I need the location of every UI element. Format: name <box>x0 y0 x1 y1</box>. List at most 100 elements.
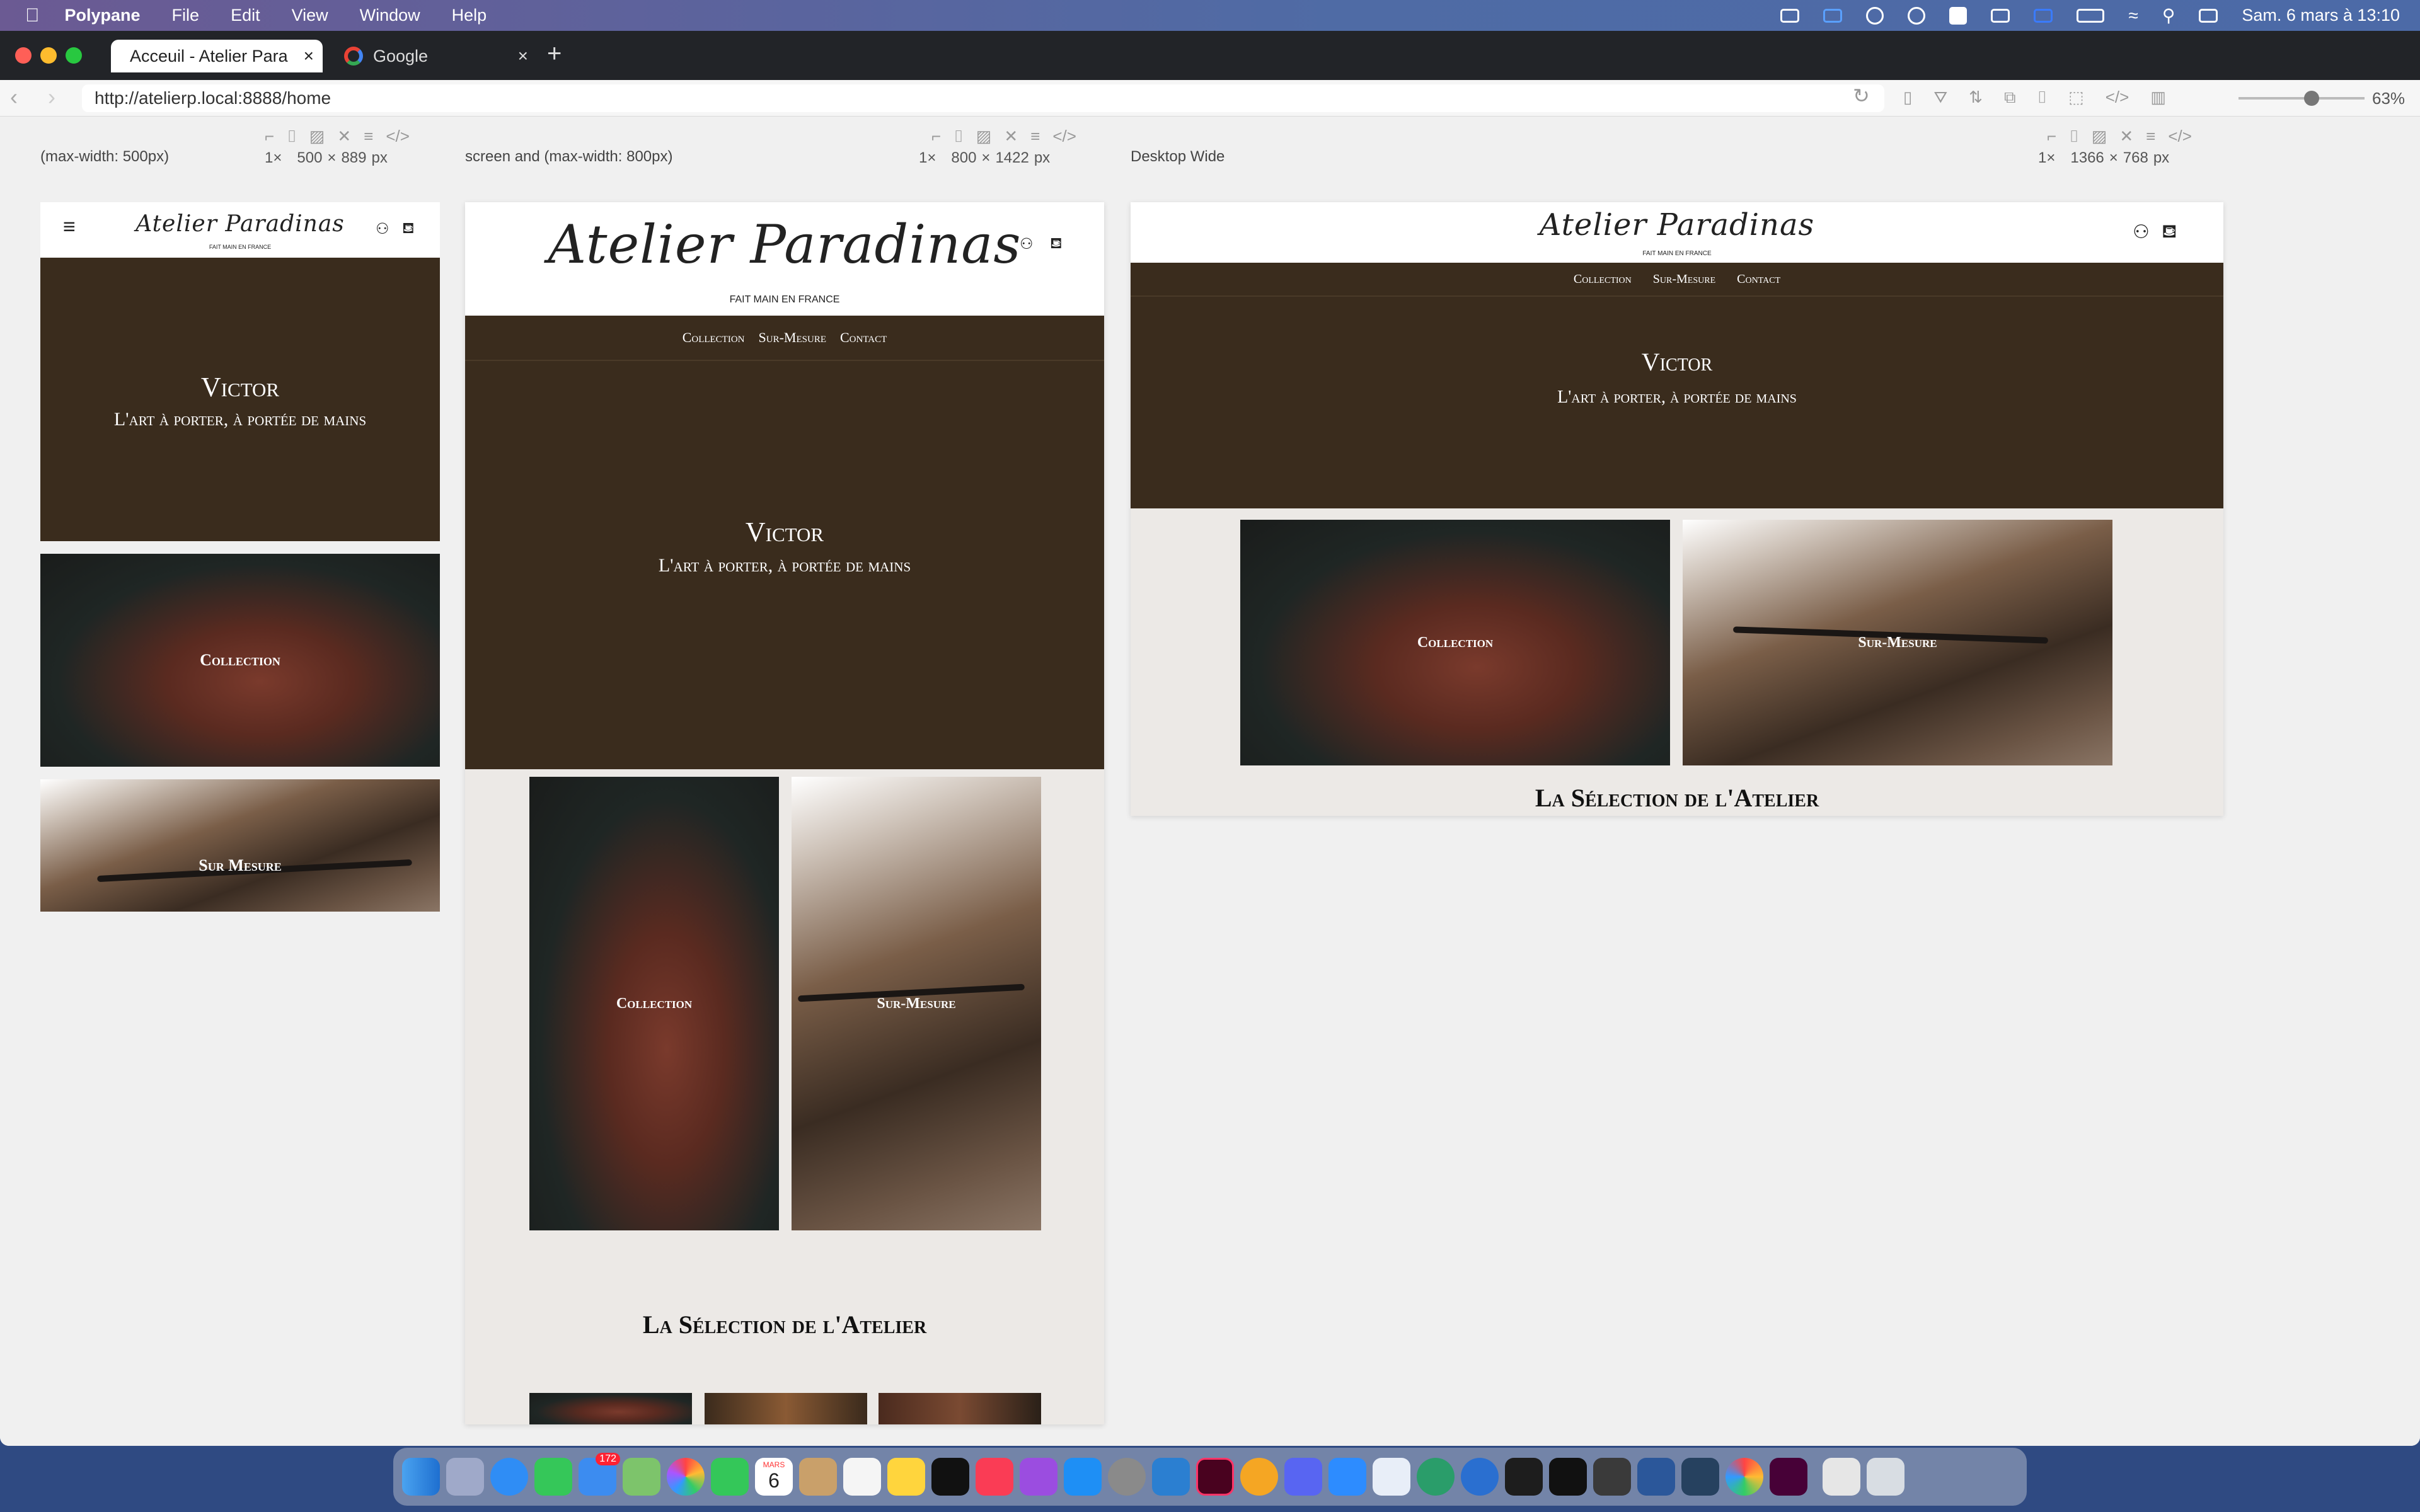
podcasts-icon[interactable] <box>1020 1458 1057 1496</box>
control-center-icon[interactable] <box>2199 8 2218 23</box>
launchpad-icon[interactable] <box>446 1458 484 1496</box>
tools-icon[interactable]: ✕ <box>1004 127 1018 147</box>
terminal-icon[interactable] <box>1505 1458 1543 1496</box>
nav-sur-mesure[interactable]: Sur-Mesure <box>759 329 826 346</box>
windows-icon[interactable] <box>1991 8 2010 23</box>
pane-scale[interactable]: 1× <box>919 149 936 167</box>
url-input[interactable]: http://atelierp.local:8888/home <box>82 84 1884 112</box>
layout-icon[interactable]: ▯ <box>1903 88 1912 108</box>
close-tab-icon[interactable]: × <box>304 46 314 66</box>
collection-tile[interactable]: Collection <box>529 777 779 1230</box>
maps-icon[interactable] <box>623 1458 660 1496</box>
reminders-icon[interactable] <box>843 1458 881 1496</box>
pane-width[interactable]: 800 <box>951 149 976 167</box>
pane-height[interactable]: 1422 <box>995 149 1028 167</box>
sort-icon[interactable]: ⇅ <box>1969 88 1983 108</box>
code-icon[interactable]: </> <box>1052 127 1076 147</box>
zoom-slider[interactable] <box>2238 97 2365 100</box>
sliders-icon[interactable]: ≡ <box>1030 127 1040 147</box>
zoom-slider-thumb[interactable] <box>2304 91 2319 106</box>
photos-icon[interactable] <box>667 1458 705 1496</box>
tools-icon[interactable]: ✕ <box>337 127 351 147</box>
pane-width[interactable]: 500 <box>297 149 322 167</box>
local-app-icon[interactable] <box>1417 1458 1455 1496</box>
video-icon[interactable] <box>1780 8 1800 23</box>
sliders-icon[interactable]: ≡ <box>2146 127 2155 147</box>
notes-icon[interactable] <box>887 1458 925 1496</box>
account-icon[interactable]: ⚇ <box>1020 235 1034 253</box>
back-icon[interactable]: ‹ <box>10 84 18 110</box>
basket-icon[interactable]: ⛾ <box>1050 235 1063 254</box>
sidebar-icon[interactable]: ▥ <box>2150 88 2166 108</box>
finder-icon[interactable] <box>402 1458 440 1496</box>
code-icon[interactable]: </> <box>386 127 410 147</box>
tab-active[interactable]: Acceuil - Atelier Para × <box>111 40 323 72</box>
new-tab-button[interactable]: + <box>547 40 562 68</box>
tab-google[interactable]: Google × <box>325 40 537 72</box>
r-app-icon[interactable] <box>1949 6 1968 25</box>
collection-tile[interactable]: Collection <box>40 554 440 767</box>
nav-collection[interactable]: Collection <box>683 329 745 346</box>
indesign-icon[interactable] <box>1196 1458 1234 1496</box>
messages-icon[interactable] <box>534 1458 572 1496</box>
minimize-window-button[interactable] <box>40 47 57 64</box>
audio-app-icon[interactable] <box>1240 1458 1278 1496</box>
firefox-icon[interactable] <box>1461 1458 1499 1496</box>
screen-icon[interactable] <box>2034 8 2053 23</box>
pane-height[interactable]: 889 <box>341 149 366 167</box>
safari-icon[interactable] <box>490 1458 528 1496</box>
pane-width[interactable]: 1366 <box>2070 149 2104 167</box>
calendar-icon[interactable]: MARS 6 <box>755 1458 793 1496</box>
zoom-icon[interactable] <box>1328 1458 1366 1496</box>
music-icon[interactable] <box>976 1458 1013 1496</box>
code-icon[interactable]: </> <box>2168 127 2192 147</box>
battery-icon[interactable] <box>2077 8 2105 23</box>
collection-tile[interactable]: Collection <box>1240 520 1670 765</box>
menubar-clock[interactable]: Sam. 6 mars à 13:10 <box>2242 6 2400 25</box>
code-icon[interactable]: </> <box>2106 88 2129 108</box>
acrobat-icon[interactable] <box>1549 1458 1587 1496</box>
vscode-icon[interactable] <box>1152 1458 1190 1496</box>
tableplus-icon[interactable] <box>1373 1458 1410 1496</box>
menu-view[interactable]: View <box>292 6 328 25</box>
product-thumb-3[interactable] <box>879 1393 1041 1424</box>
extension-icon[interactable] <box>1823 8 1843 23</box>
facetime-icon[interactable] <box>711 1458 749 1496</box>
trash-icon[interactable] <box>1867 1458 1904 1496</box>
add-circle-icon[interactable] <box>1908 6 1926 25</box>
basket-icon[interactable]: ⛾ <box>402 220 415 239</box>
rotate-icon[interactable]: ⌐ <box>265 127 274 147</box>
keychain-icon[interactable] <box>1593 1458 1631 1496</box>
apple-icon[interactable]:  <box>25 5 40 26</box>
creative-cloud-icon[interactable] <box>1726 1458 1763 1496</box>
menu-edit[interactable]: Edit <box>231 6 260 25</box>
nav-contact[interactable]: Contact <box>840 329 887 346</box>
mysql-workbench-icon[interactable] <box>1681 1458 1719 1496</box>
sur-mesure-tile[interactable]: Sur Mesure <box>40 779 440 912</box>
close-window-button[interactable] <box>15 47 32 64</box>
menu-file[interactable]: File <box>172 6 200 25</box>
xd-icon[interactable] <box>1770 1458 1807 1496</box>
menu-help[interactable]: Help <box>452 6 487 25</box>
mail-icon[interactable]: 172 <box>579 1453 620 1496</box>
account-icon[interactable]: ⚇ <box>2133 221 2150 243</box>
spotlight-search-icon[interactable]: ⚲ <box>2162 5 2175 26</box>
close-tab-icon[interactable]: × <box>518 46 528 66</box>
camera-icon[interactable]: ⌷ <box>2037 88 2048 108</box>
nav-collection[interactable]: Collection <box>1574 272 1632 287</box>
reload-icon[interactable]: ↻ <box>1853 84 1870 108</box>
account-icon[interactable]: ⚇ <box>376 220 389 238</box>
image-icon[interactable]: ▨ <box>2092 127 2107 147</box>
apple-tv-icon[interactable] <box>931 1458 969 1496</box>
word-icon[interactable] <box>1637 1458 1675 1496</box>
image-icon[interactable]: ▨ <box>309 127 325 147</box>
inspect-icon[interactable]: ⬚ <box>2068 88 2084 108</box>
image-icon[interactable]: ▨ <box>976 127 992 147</box>
product-thumb-1[interactable] <box>529 1393 692 1424</box>
sync-icon[interactable] <box>1866 6 1884 25</box>
contacts-icon[interactable] <box>799 1458 837 1496</box>
nav-contact[interactable]: Contact <box>1737 272 1780 287</box>
sliders-icon[interactable]: ≡ <box>364 127 373 147</box>
sur-mesure-tile[interactable]: Sur-Mesure <box>792 777 1041 1230</box>
pane-scale[interactable]: 1× <box>265 149 282 167</box>
